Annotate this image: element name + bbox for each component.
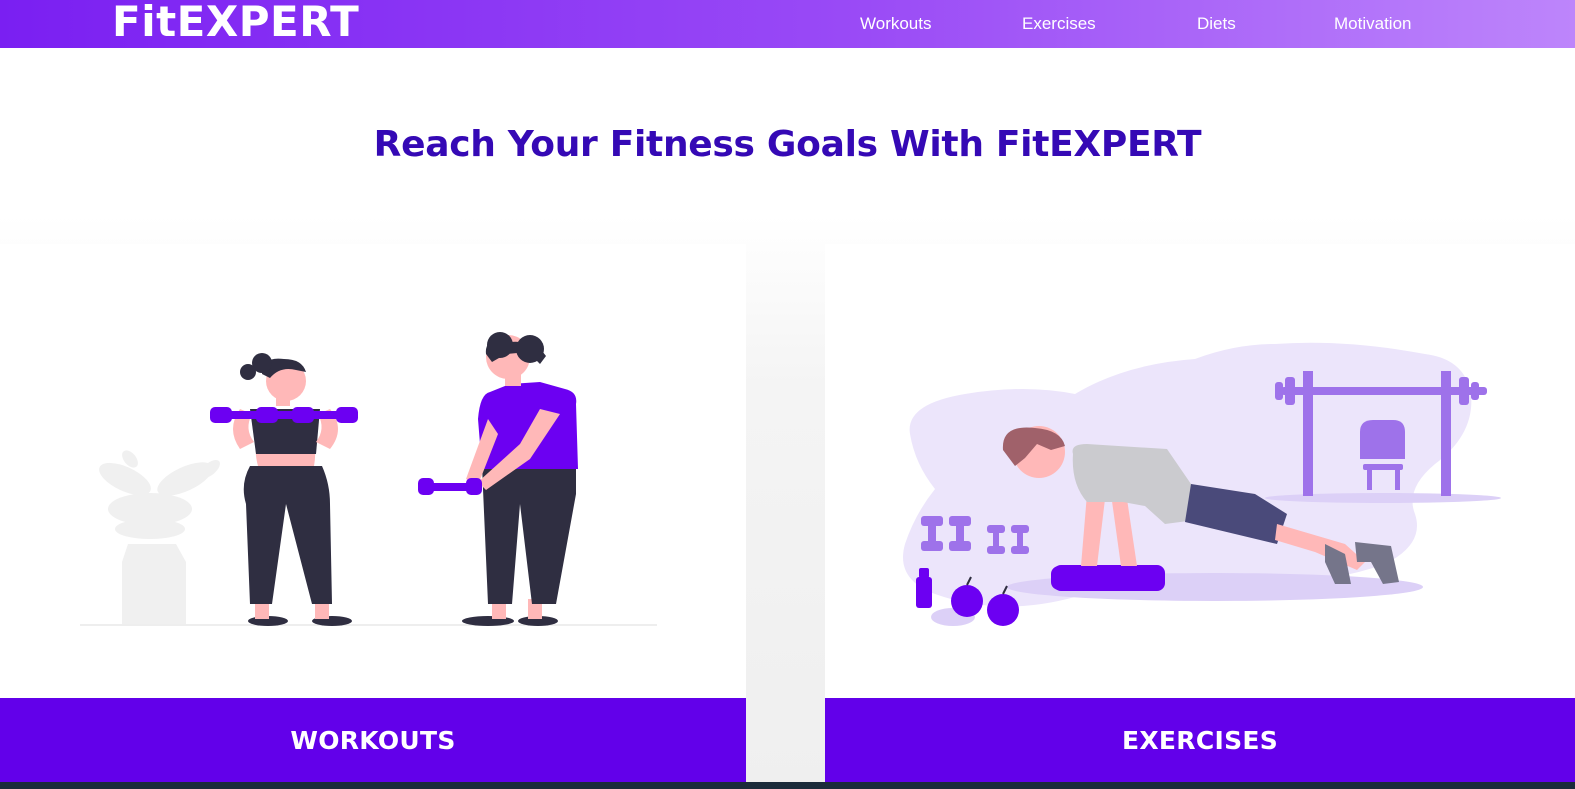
workouts-button[interactable]: WORKOUTS (0, 698, 746, 782)
nav-link-workouts[interactable]: Workouts (860, 14, 932, 34)
workouts-illustration (80, 332, 657, 626)
main-nav: Workouts Exercises Diets Motivation (0, 0, 1575, 48)
woman-figure (210, 353, 358, 626)
exercises-card-title: EXERCISES (1121, 725, 1279, 755)
plant-icon (99, 450, 220, 624)
workouts-card[interactable]: WORKOUTS (0, 244, 746, 782)
workouts-card-title: WORKOUTS (290, 725, 456, 755)
exercises-illustration (903, 342, 1501, 626)
top-navbar: FitEXPERT Workouts Exercises Diets Motiv… (0, 0, 1575, 48)
taskbar-edge (0, 782, 1575, 789)
nav-link-motivation[interactable]: Motivation (1334, 14, 1411, 34)
exercises-card[interactable]: EXERCISES (825, 244, 1575, 782)
nav-link-diets[interactable]: Diets (1197, 14, 1236, 34)
exercises-button[interactable]: EXERCISES (825, 698, 1575, 782)
page-headline: Reach Your Fitness Goals With FitEXPERT (373, 124, 1202, 165)
man-figure (418, 332, 578, 626)
nav-link-exercises[interactable]: Exercises (1022, 14, 1096, 34)
